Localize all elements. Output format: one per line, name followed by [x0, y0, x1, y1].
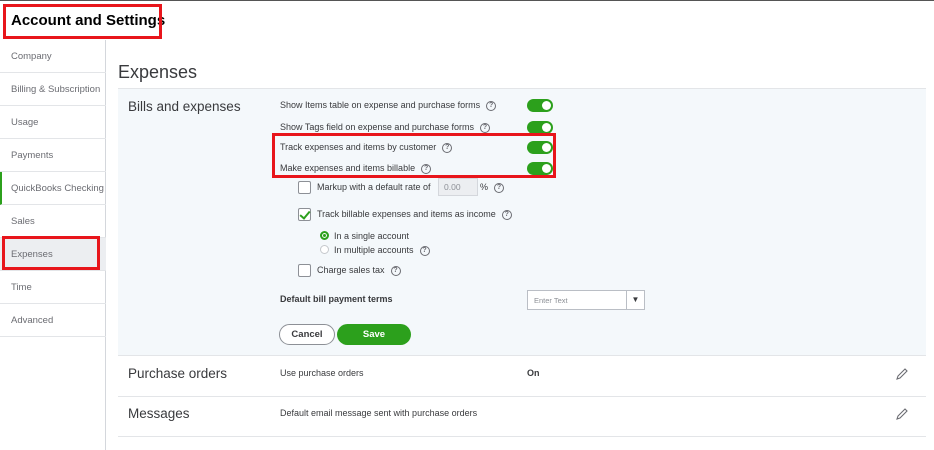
sales-tax-row: Charge sales tax? — [317, 265, 401, 276]
bills-section-panel[interactable] — [118, 88, 926, 355]
purchase-orders-label: Use purchase orders — [280, 368, 364, 378]
messages-label: Default email message sent with purchase… — [280, 408, 478, 418]
payment-terms-select[interactable]: Enter Text ▼ — [527, 290, 645, 310]
billable-row: Make expenses and items billable? — [280, 163, 432, 174]
bills-section-title: Bills and expenses — [128, 99, 241, 114]
markup-checkbox[interactable] — [298, 181, 311, 194]
track-customer-toggle[interactable] — [527, 141, 553, 154]
help-icon[interactable]: ? — [390, 265, 401, 276]
track-customer-label: Track expenses and items by customer — [280, 142, 437, 152]
single-account-label: In a single account — [334, 231, 410, 241]
sidebar-item-payments[interactable]: Payments — [0, 139, 106, 172]
show-items-toggle[interactable] — [527, 99, 553, 112]
sidebar-item-time[interactable]: Time — [0, 271, 106, 304]
help-icon[interactable]: ? — [419, 245, 430, 256]
single-account-radio[interactable] — [320, 231, 329, 240]
show-items-label: Show Items table on expense and purchase… — [280, 100, 481, 110]
pencil-icon[interactable] — [895, 407, 909, 421]
sidebar-item-quickbooks-checking[interactable]: QuickBooks Checking — [0, 172, 106, 205]
track-income-row: Track billable expenses and items as inc… — [317, 209, 512, 220]
caret-down-icon[interactable]: ▼ — [626, 291, 644, 309]
multiple-accounts-radio[interactable] — [320, 245, 329, 254]
purchase-orders-value: On — [527, 368, 540, 378]
percent-row: %? — [480, 182, 505, 193]
sidebar: Company Billing & Subscription Usage Pay… — [0, 40, 106, 450]
top-border — [0, 0, 934, 1]
help-icon[interactable]: ? — [501, 209, 512, 220]
billable-toggle[interactable] — [527, 162, 553, 175]
track-income-checkbox[interactable] — [298, 208, 311, 221]
multiple-accounts-label: In multiple accounts — [334, 245, 414, 255]
divider — [118, 355, 926, 356]
show-tags-row: Show Tags field on expense and purchase … — [280, 122, 490, 133]
pencil-icon[interactable] — [895, 367, 909, 381]
sidebar-item-usage[interactable]: Usage — [0, 106, 106, 139]
show-items-row: Show Items table on expense and purchase… — [280, 100, 497, 111]
payment-terms-label: Default bill payment terms — [280, 294, 393, 304]
purchase-orders-title: Purchase orders — [128, 366, 228, 381]
percent-sign: % — [480, 182, 489, 192]
sales-tax-label: Charge sales tax — [317, 265, 385, 275]
track-customer-row: Track expenses and items by customer? — [280, 142, 453, 153]
app-title: Account and Settings — [11, 12, 166, 29]
sales-tax-checkbox[interactable] — [298, 264, 311, 277]
divider — [118, 436, 926, 437]
messages-title: Messages — [128, 406, 190, 421]
sidebar-item-sales[interactable]: Sales — [0, 205, 106, 238]
help-icon[interactable]: ? — [479, 122, 490, 133]
show-tags-label: Show Tags field on expense and purchase … — [280, 122, 474, 132]
sidebar-item-expenses[interactable]: Expenses — [0, 238, 106, 271]
page-title: Expenses — [118, 62, 198, 82]
help-icon[interactable]: ? — [494, 182, 505, 193]
sidebar-item-company[interactable]: Company — [0, 40, 106, 73]
help-icon[interactable]: ? — [486, 100, 497, 111]
billable-label: Make expenses and items billable — [280, 163, 416, 173]
help-icon[interactable]: ? — [421, 163, 432, 174]
divider — [118, 396, 926, 397]
show-tags-toggle[interactable] — [527, 121, 553, 134]
track-income-label: Track billable expenses and items as inc… — [317, 209, 496, 219]
save-button[interactable]: Save — [337, 324, 411, 345]
sidebar-item-billing[interactable]: Billing & Subscription — [0, 73, 106, 106]
cancel-button[interactable]: Cancel — [279, 324, 335, 345]
sidebar-item-advanced[interactable]: Advanced — [0, 304, 106, 337]
markup-rate-input[interactable]: 0.00 — [438, 178, 478, 196]
multiple-accounts-row: In multiple accounts? — [334, 245, 430, 256]
markup-label: Markup with a default rate of — [317, 182, 431, 192]
help-icon[interactable]: ? — [442, 142, 453, 153]
payment-terms-placeholder: Enter Text — [534, 296, 568, 305]
